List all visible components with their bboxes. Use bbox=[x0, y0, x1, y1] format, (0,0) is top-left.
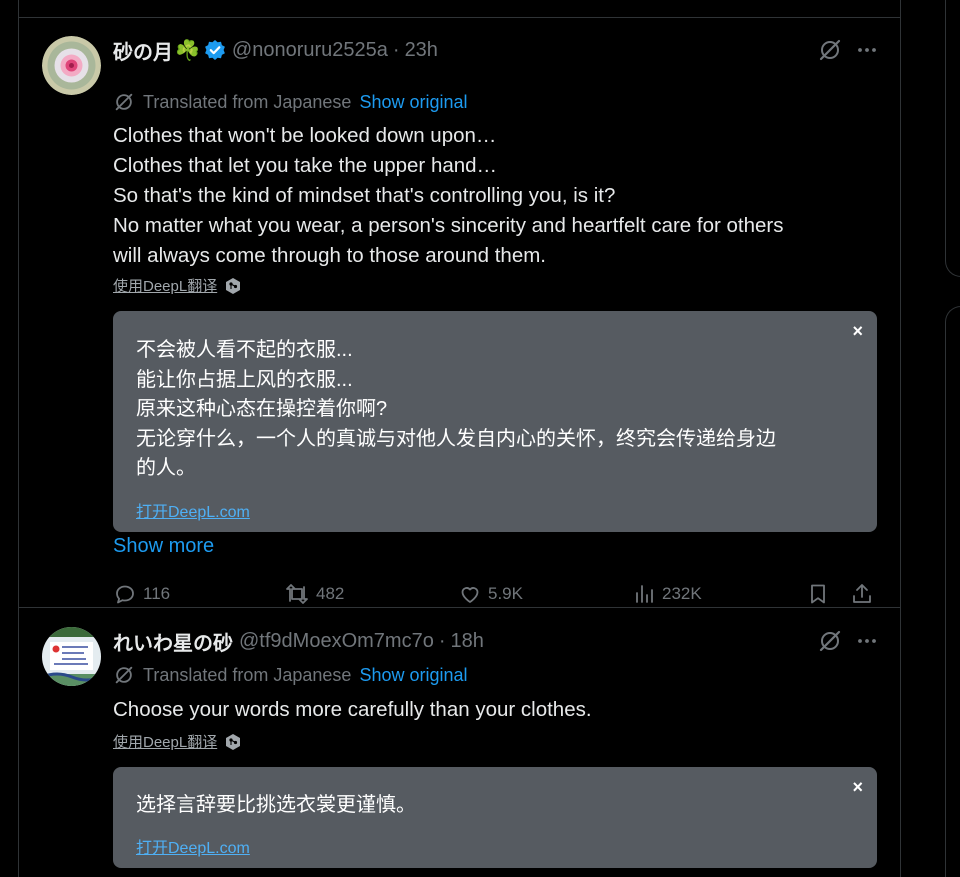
open-deepl-link[interactable]: 打开DeepL.com bbox=[136, 498, 250, 522]
show-original-link[interactable]: Show original bbox=[359, 665, 467, 686]
open-deepl-link[interactable]: 打开DeepL.com bbox=[136, 834, 250, 858]
translation-notice: Translated from Japanese Show original bbox=[113, 91, 468, 113]
popup-translation-text: 选择言辞要比挑选衣裳更谨慎。 bbox=[136, 791, 416, 821]
like-count: 5.9K bbox=[488, 584, 523, 603]
popup-text-line: 能让你占据上风的衣服... bbox=[136, 368, 353, 391]
tweet[interactable]: れいわ星の砂 @tf9dMoexOm7mc7o · 18h Translated… bbox=[19, 609, 900, 877]
deepl-translation-popup: × 选择言辞要比挑选衣裳更谨慎。 打开DeepL.com bbox=[113, 767, 877, 868]
tweet-content: れいわ星の砂 @tf9dMoexOm7mc7o · 18h Translated… bbox=[113, 627, 878, 877]
header-actions bbox=[818, 36, 878, 64]
close-icon[interactable]: × bbox=[852, 321, 863, 342]
author-handle[interactable]: @nonoruru2525a bbox=[232, 39, 388, 62]
deepl-translate-link[interactable]: 使用DeepL翻译 bbox=[113, 731, 242, 752]
right-panel-card bbox=[945, 306, 960, 877]
tweet-action-bar: 116 482 5.9K 232K bbox=[113, 579, 878, 609]
reply-button[interactable]: 116 bbox=[113, 579, 170, 609]
share-icon bbox=[853, 584, 871, 603]
bookmark-button[interactable] bbox=[806, 579, 836, 609]
tweet-text: Clothes that won't be looked down upon… … bbox=[113, 121, 783, 271]
popup-translation-text: 不会被人看不起的衣服... 能让你占据上风的衣服... 原来这种心态在操控着你啊… bbox=[136, 336, 776, 484]
tweet-time[interactable]: 18h bbox=[451, 630, 484, 653]
bookmark-icon bbox=[811, 584, 825, 604]
close-icon[interactable]: × bbox=[852, 777, 863, 798]
popup-text-line: 不会被人看不起的衣服... bbox=[136, 339, 353, 361]
timeline: 砂の月 ☘️ @nonoruru2525a · 23h Translated f… bbox=[18, 0, 901, 877]
tweet-header: 砂の月 ☘️ @nonoruru2525a · 23h bbox=[113, 36, 438, 64]
repost-count: 482 bbox=[316, 584, 345, 603]
more-dots-icon[interactable] bbox=[856, 630, 878, 652]
verified-badge-icon bbox=[204, 39, 226, 61]
deepl-link-label: 使用DeepL翻译 bbox=[113, 278, 218, 295]
tweet-text-line: So that's the kind of mindset that's con… bbox=[113, 184, 616, 207]
tweet-text-line: Clothes that won't be looked down upon… bbox=[113, 124, 497, 147]
deepl-cube-icon bbox=[224, 733, 242, 751]
clover-emoji: ☘️ bbox=[175, 39, 200, 62]
popup-text-line: 的人。 bbox=[136, 457, 196, 479]
views-icon bbox=[636, 585, 653, 603]
grok-icon[interactable] bbox=[818, 38, 842, 62]
right-sidebar-edge bbox=[945, 0, 960, 877]
repost-icon bbox=[286, 584, 308, 604]
tweet-content: 砂の月 ☘️ @nonoruru2525a · 23h Translated f… bbox=[113, 36, 878, 608]
separator-dot: · bbox=[392, 38, 400, 61]
show-more-link[interactable]: Show more bbox=[113, 535, 214, 558]
author-name[interactable]: れいわ星の砂 bbox=[113, 627, 233, 656]
translation-notice: Translated from Japanese Show original bbox=[113, 664, 468, 686]
tweet-text-line: Clothes that let you take the upper hand… bbox=[113, 154, 498, 177]
tweet-text: Choose your words more carefully than yo… bbox=[113, 695, 592, 725]
share-button[interactable] bbox=[850, 579, 880, 609]
views-button[interactable]: 232K bbox=[632, 579, 702, 609]
author-name[interactable]: 砂の月 bbox=[113, 36, 173, 65]
translate-icon bbox=[113, 91, 135, 113]
separator-dot: · bbox=[438, 629, 446, 652]
repost-button[interactable]: 482 bbox=[284, 579, 344, 609]
right-panel-card bbox=[945, 0, 960, 277]
views-count: 232K bbox=[662, 584, 702, 603]
grok-icon[interactable] bbox=[818, 629, 842, 653]
more-dots-icon[interactable] bbox=[856, 39, 878, 61]
like-button[interactable]: 5.9K bbox=[458, 579, 523, 609]
tweet-text-line: Choose your words more carefully than yo… bbox=[113, 698, 592, 721]
like-icon bbox=[461, 587, 479, 603]
popup-text-line: 选择言辞要比挑选衣裳更谨慎。 bbox=[136, 794, 416, 816]
translated-label: Translated from Japanese bbox=[143, 91, 352, 112]
deepl-link-label: 使用DeepL翻译 bbox=[113, 734, 218, 751]
deepl-translate-link[interactable]: 使用DeepL翻译 bbox=[113, 275, 242, 296]
header-actions bbox=[818, 627, 878, 655]
tweet-text-line: will always come through to those around… bbox=[113, 244, 547, 267]
tweet-header: れいわ星の砂 @tf9dMoexOm7mc7o · 18h bbox=[113, 627, 484, 655]
translate-icon bbox=[113, 664, 135, 686]
deepl-translation-popup: × 不会被人看不起的衣服... 能让你占据上风的衣服... 原来这种心态在操控着… bbox=[113, 311, 877, 532]
tweet-text-line: No matter what you wear, a person's sinc… bbox=[113, 214, 784, 237]
avatar[interactable] bbox=[42, 627, 101, 686]
popup-text-line: 无论穿什么，一个人的真诚与对他人发自内心的关怀，终究会传递给身边 bbox=[136, 427, 776, 450]
avatar[interactable] bbox=[42, 36, 101, 95]
author-handle[interactable]: @tf9dMoexOm7mc7o bbox=[239, 630, 434, 653]
popup-text-line: 原来这种心态在操控着你啊? bbox=[136, 398, 388, 420]
deepl-cube-icon bbox=[224, 277, 242, 295]
translated-label: Translated from Japanese bbox=[143, 664, 352, 685]
reply-icon bbox=[116, 585, 134, 604]
tweet-time[interactable]: 23h bbox=[405, 39, 438, 62]
tweet[interactable]: 砂の月 ☘️ @nonoruru2525a · 23h Translated f… bbox=[19, 18, 900, 608]
reply-count: 116 bbox=[143, 584, 171, 603]
show-original-link[interactable]: Show original bbox=[359, 92, 467, 113]
